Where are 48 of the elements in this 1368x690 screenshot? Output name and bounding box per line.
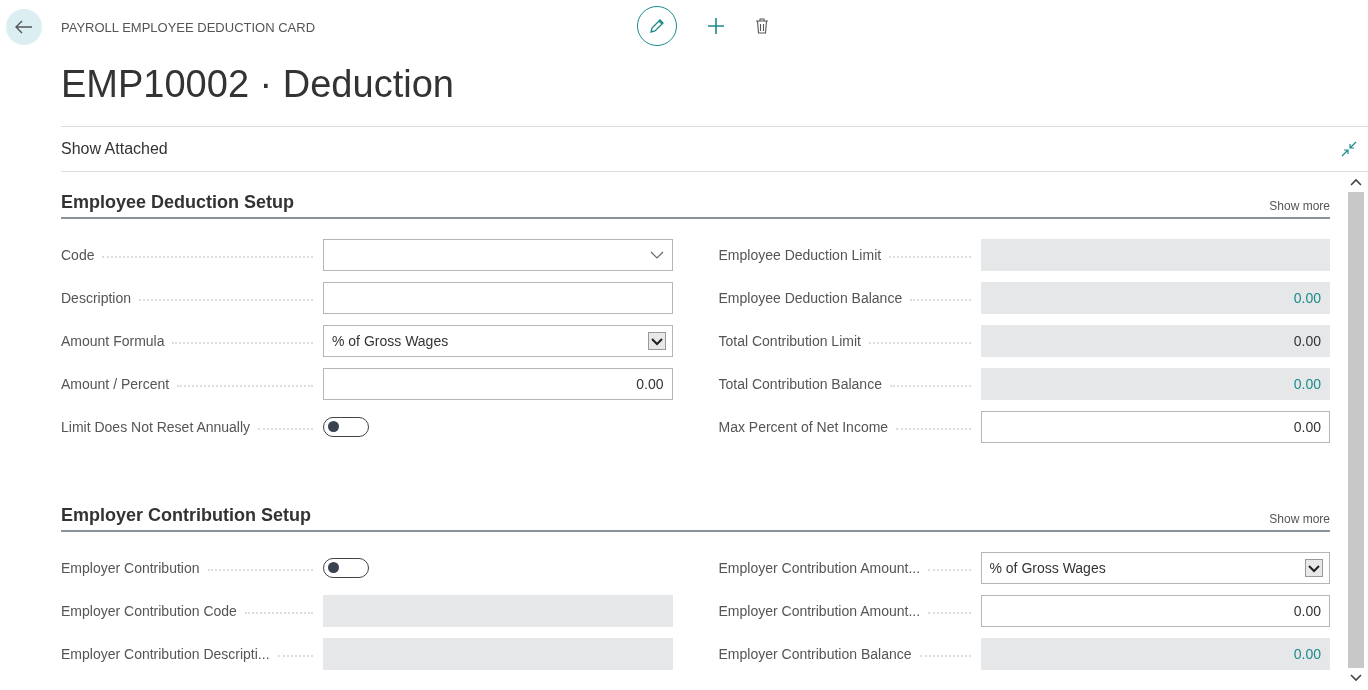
field-label: Employer Contribution Balance — [718, 646, 912, 662]
readonly-field: 0.00 — [980, 325, 1330, 357]
arrow-left-icon — [15, 20, 33, 34]
field-label: Code — [61, 247, 95, 263]
chevron-down-icon — [1305, 559, 1323, 577]
page-title: EMP10002 · Deduction — [61, 62, 455, 107]
field-label: Employee Deduction Limit — [718, 247, 882, 263]
field-label: Limit Does Not Reset Annually — [61, 419, 251, 435]
field-label: Employer Contribution — [61, 560, 200, 576]
field-label: Amount / Percent — [61, 376, 170, 392]
text-field[interactable] — [323, 282, 673, 314]
field-label: Employer Contribution Amount... — [718, 560, 921, 576]
scroll-down-icon[interactable] — [1350, 674, 1362, 682]
toggle-switch[interactable] — [323, 417, 369, 437]
number-field[interactable]: 0.00 — [980, 411, 1330, 443]
field-label: Employer Contribution Descripti... — [61, 646, 270, 662]
field-label: Employer Contribution Code — [61, 603, 237, 619]
edit-button[interactable] — [637, 6, 677, 46]
section-heading[interactable]: Employee Deduction Setup — [61, 192, 295, 213]
pencil-icon — [648, 17, 666, 35]
readonly-field: 0.00 — [980, 638, 1330, 670]
number-field[interactable]: 0.00 — [323, 368, 673, 400]
page-caption: PAYROLL EMPLOYEE DEDUCTION CARD — [61, 19, 316, 35]
delete-icon[interactable] — [755, 18, 769, 34]
field-label: Employee Deduction Balance — [718, 290, 903, 306]
show-more-link[interactable]: Show more — [1269, 199, 1330, 213]
chevron-down-icon — [647, 332, 666, 350]
readonly-field: 0.00 — [980, 368, 1330, 400]
back-button[interactable] — [6, 9, 42, 45]
scroll-up-icon[interactable] — [1350, 178, 1362, 186]
lookup-field[interactable] — [323, 239, 673, 271]
number-field[interactable]: 0.00 — [980, 595, 1330, 627]
add-icon[interactable] — [707, 17, 725, 35]
show-more-link[interactable]: Show more — [1269, 512, 1330, 526]
readonly-field: 0.00 — [980, 282, 1330, 314]
field-label: Employer Contribution Amount... — [718, 603, 921, 619]
show-attached-link[interactable]: Show Attached — [61, 140, 168, 158]
section-heading[interactable]: Employer Contribution Setup — [61, 505, 311, 526]
chevron-down-icon — [649, 251, 664, 259]
dropdown-field[interactable]: % of Gross Wages — [980, 552, 1330, 584]
dropdown-field[interactable]: % of Gross Wages — [323, 325, 673, 357]
collapse-icon[interactable] — [1340, 140, 1358, 158]
field-label: Total Contribution Balance — [718, 376, 882, 392]
field-label: Description — [61, 290, 132, 306]
field-label: Total Contribution Limit — [718, 333, 861, 349]
field-label: Max Percent of Net Income — [718, 419, 889, 435]
toggle-switch[interactable] — [323, 558, 369, 578]
field-label: Amount Formula — [61, 333, 165, 349]
